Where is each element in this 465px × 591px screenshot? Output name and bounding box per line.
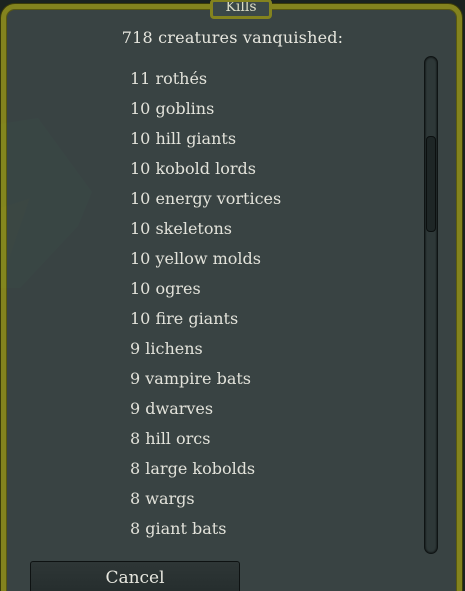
kills-list-viewport[interactable]: 11 rothés 10 goblins 10 hill giants 10 kobo… [130,64,410,552]
kills-heading: 718 creatures vanquished: [121,28,344,47]
kill-list-item: 10 ogres [130,279,201,298]
dialog-title: Kills [210,0,272,19]
kill-list-item: 10 skeletons [130,219,232,238]
kill-list-item: 9 dwarves [130,399,214,418]
game-viewport: Kills 718 creatures vanquished: 11 rothé… [0,0,465,591]
kill-list-item: 10 hill giants [130,129,237,148]
scrollbar-thumb[interactable] [426,136,436,232]
kill-list-item: 10 goblins [130,99,215,118]
scrollbar-track[interactable] [424,56,438,554]
kill-list-item: 8 hill orcs [130,429,211,448]
kill-list-item: 9 vampire bats [130,369,251,388]
kill-list-item: 10 yellow molds [130,249,261,268]
kill-list-item: 9 lichens [130,339,203,358]
kill-list-item: 8 large kobolds [130,459,256,478]
kill-list-item: 10 kobold lords [130,159,256,178]
kill-list-item: 8 ... [130,544,410,552]
kill-list-item: 8 giant bats [130,519,227,538]
kill-list-item: 8 wargs [130,489,195,508]
kills-list: 11 rothés 10 goblins 10 hill giants 10 kobo… [130,64,410,552]
cancel-button[interactable]: Cancel [30,561,240,591]
kill-list-item: 11 rothés [130,69,208,88]
kill-list-item: 10 energy vortices [130,189,282,208]
kill-list-item: 10 fire giants [130,309,239,328]
